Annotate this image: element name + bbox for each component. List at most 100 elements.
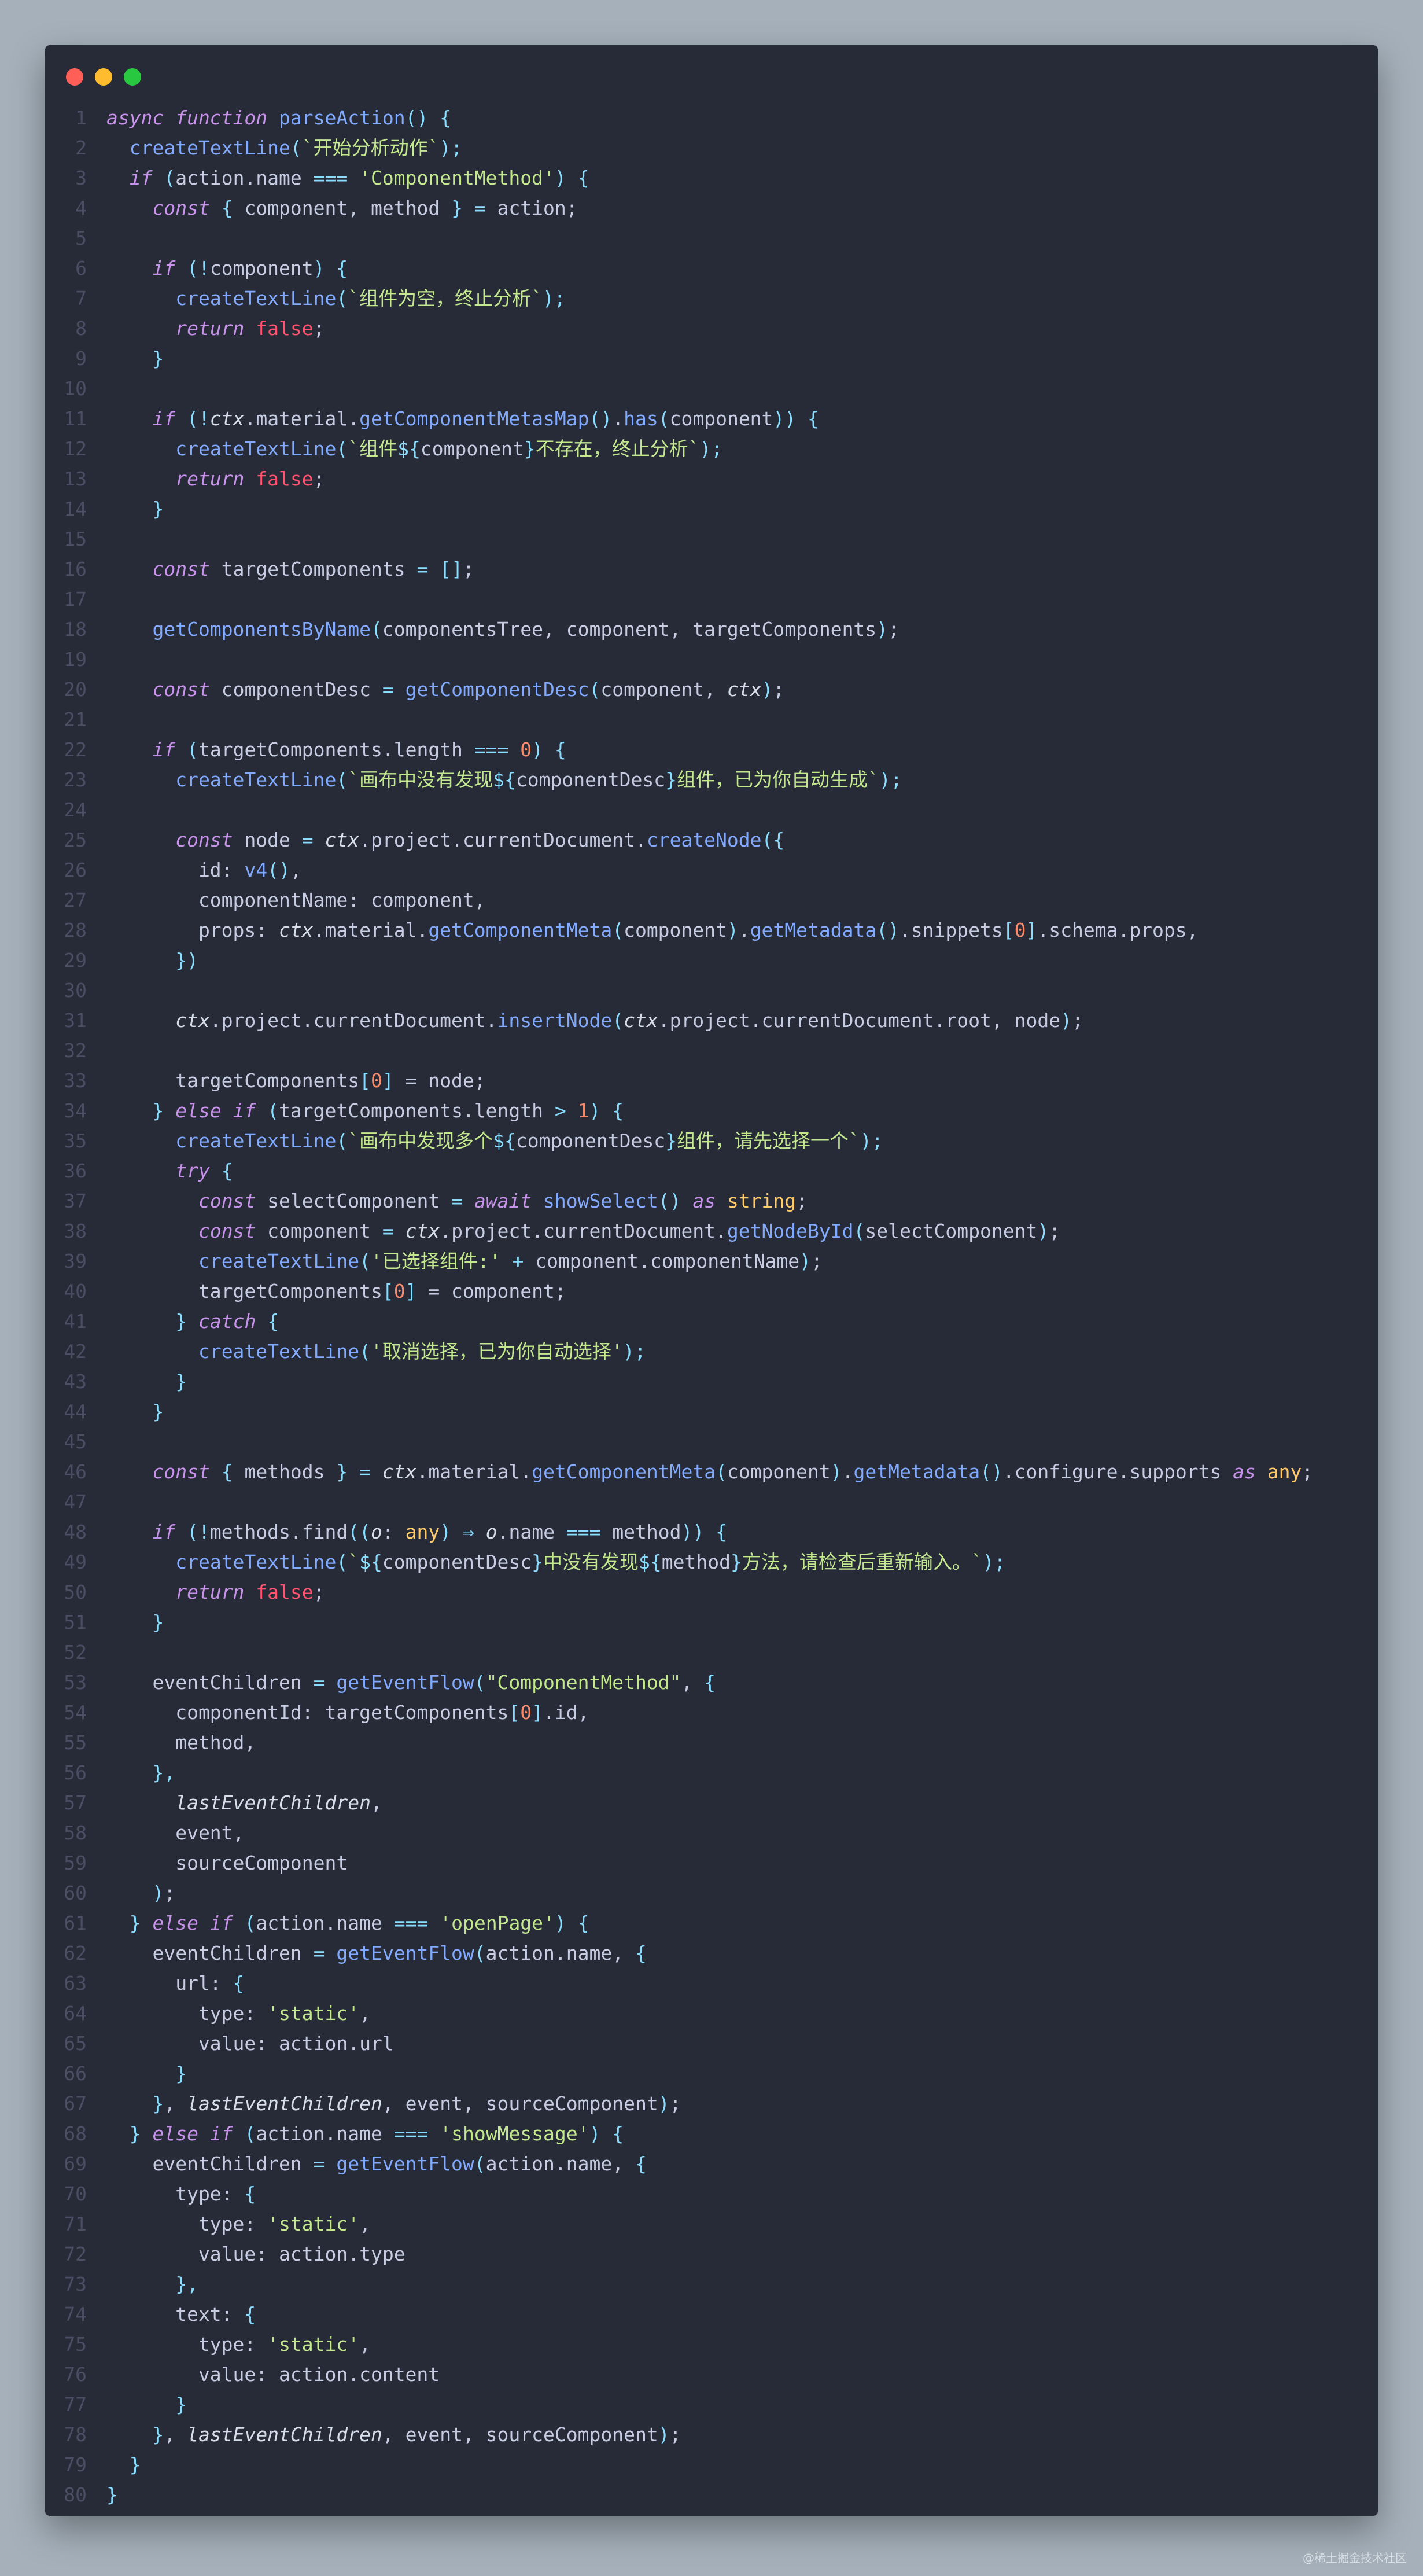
maximize-dot-icon[interactable] [124,68,141,86]
line-number: 20 [64,678,87,701]
code-token: , [359,2002,371,2025]
code-text: if (action.name === 'ComponentMethod') { [106,163,589,193]
code-line: 75 type: 'static', [45,2330,1378,2360]
code-token: action.name [256,1912,394,1934]
code-line: 61 } else if (action.name === 'openPage'… [45,1908,1378,1938]
code-token: ( [474,1942,486,1964]
code-token: 组件，请先选择一个` [677,1129,860,1152]
line-number: 73 [64,2273,87,2295]
code-line: 47 [45,1487,1378,1517]
code-line: 51 } [45,1607,1378,1637]
code-text: value: action.type [106,2239,405,2269]
code-token: .material. [416,1460,532,1483]
code-token: ; [313,317,325,340]
code-line: 10 [45,374,1378,404]
code-token: "ComponentMethod" [485,1671,681,1694]
code-line: 9 } [45,344,1378,374]
line-number: 71 [64,2213,87,2235]
code-token: = [313,1942,337,1964]
code-token: methods.find [209,1521,348,1543]
code-token: props: [106,919,279,941]
code-token: } [152,1400,164,1423]
code-token: } [152,347,164,370]
code-token: ${ [493,768,516,791]
close-dot-icon[interactable] [66,68,83,86]
code-token: : [382,1521,405,1543]
code-token: 0 [393,1280,405,1302]
code-token: type: [106,2333,268,2356]
code-token: === [393,2122,440,2145]
code-token: createTextLine [175,1129,337,1152]
code-token: ) { [554,1912,589,1934]
code-token: , event, sourceComponent [382,2092,658,2115]
code-line: 27 componentName: component, [45,885,1378,915]
code-token: ( [370,618,382,641]
code-line: 20 const componentDesc = getComponentDes… [45,675,1378,705]
code-text: const { methods } = ctx.material.getComp… [106,1457,1313,1487]
code-token: value: action.url [106,2032,394,2055]
line-number: 21 [64,708,87,731]
code-token: 1 [577,1099,589,1122]
code-line: 80} [45,2480,1378,2510]
code-text: } [106,1367,187,1397]
code-token: = [382,1220,405,1242]
code-line: 4 const { component, method } = action; [45,193,1378,223]
code-token: } [152,1611,164,1633]
code-line: 49 createTextLine(`${componentDesc}中没有发现… [45,1547,1378,1577]
line-number: 43 [64,1370,87,1393]
code-text: } [106,1607,164,1637]
line-number: 53 [64,1671,87,1694]
code-text: text: { [106,2299,256,2330]
code-token: const [175,829,245,851]
code-token: } [175,2062,187,2085]
code-text: id: v4(), [106,855,302,885]
code-token: ( [267,1099,279,1122]
code-token: { [221,197,245,219]
code-line: 36 try { [45,1156,1378,1186]
code-line: 16 const targetComponents = []; [45,554,1378,584]
code-token: ; [669,2423,681,2446]
code-line: 33 targetComponents[0] = node; [45,1066,1378,1096]
code-line: 68 } else if (action.name === 'showMessa… [45,2119,1378,2149]
minimize-dot-icon[interactable] [95,68,112,86]
code-token: . [612,407,624,430]
code-token: 'static' [267,2002,360,2025]
code-line: 37 const selectComponent = await showSel… [45,1186,1378,1216]
code-token: ctx [279,919,314,941]
code-token: 方法，请检查后重新输入。` [742,1551,983,1573]
code-text: const { component, method } = action; [106,193,577,223]
code-token: component.componentName [535,1250,800,1272]
code-token: ( [290,137,302,159]
code-token: componentsTree, component, targetCompone… [382,618,877,641]
code-token: if [129,167,164,189]
code-line: 34 } else if (targetComponents.length > … [45,1096,1378,1126]
code-token: getComponentsByName [152,618,371,641]
code-token: [ [508,1701,521,1724]
code-token: { [233,1972,245,1994]
code-line: 66 } [45,2059,1378,2089]
code-text: createTextLine(`开始分析动作`); [106,133,463,163]
line-number: 76 [64,2363,87,2386]
code-token: return [175,468,256,490]
code-line: 8 return false; [45,314,1378,344]
code-line: 44 } [45,1397,1378,1427]
line-number: 18 [64,618,87,641]
code-token: ctx [175,1009,210,1032]
line-number: 58 [64,1821,87,1844]
code-token: const [198,1220,268,1242]
code-token: { [244,2183,256,2205]
code-line: 42 createTextLine('取消选择，已为你自动选择'); [45,1337,1378,1367]
code-token: createTextLine [175,437,337,460]
code-line: 48 if (!methods.find((o: any) ⇒ o.name =… [45,1517,1378,1547]
code-token: { [221,1160,233,1182]
code-token: 'static' [267,2213,360,2235]
